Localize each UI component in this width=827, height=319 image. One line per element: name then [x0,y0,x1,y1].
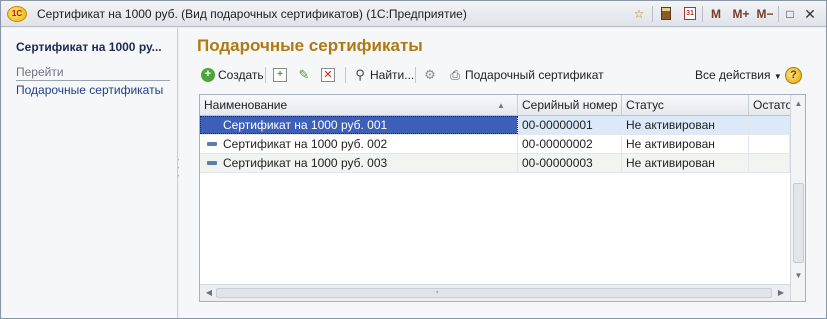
app-window: 1С Сертификат на 1000 руб. (Вид подарочн… [0,0,827,319]
window-title: Сертификат на 1000 руб. (Вид подарочных … [37,7,467,21]
delete-mark-icon: ✕ [321,68,335,82]
table-row[interactable]: Сертификат на 1000 руб. 003 00-00000003 … [200,154,790,173]
title-separator [702,6,703,22]
calculator-icon[interactable] [659,5,673,23]
title-separator [778,6,779,22]
table-row[interactable]: Сертификат на 1000 руб. 002 00-00000002 … [200,135,790,154]
pencil-icon: ✎ [298,67,310,82]
page-title: Подарочные сертификаты [197,36,423,55]
sidebar-section-goto: Перейти [16,65,64,79]
toolbar: + Создать + ✎ ✕ ⚲ Найти... ⚙ ⎙ Подарочны… [199,65,809,85]
certificates-table: Наименование ▲ Серийный номер Статус Ост… [199,94,806,302]
cell-rest [749,116,790,134]
main-area: Подарочные сертификаты + Создать + ✎ ✕ ⚲… [179,28,826,318]
horizontal-scrollbar[interactable]: ◀ ▪ ▶ [200,284,790,301]
sidebar-item-gift-certificates[interactable]: Подарочные сертификаты [16,83,163,97]
navigation-panel: Сертификат на 1000 ру... Перейти Подароч… [2,28,178,318]
cell-rest [749,135,790,153]
cell-status: Не активирован [622,154,749,172]
link-button[interactable]: ⚙ [423,65,437,85]
sort-ascending-icon: ▲ [497,101,505,110]
chevron-down-icon: ▼ [773,72,782,81]
column-header-rest[interactable]: Остаток [749,95,790,116]
memory-minus-button[interactable]: M− [755,5,775,23]
horizontal-scroll-thumb[interactable] [216,288,772,298]
cell-name: Сертификат на 1000 руб. 001 [200,116,518,134]
cell-serial: 00-00000001 [518,116,622,134]
printer-icon: ⎙ [450,68,460,82]
scroll-grip-icon: ▪ [436,289,439,296]
find-button[interactable]: ⚲ Найти... [353,65,414,85]
title-separator [652,6,653,22]
table-row[interactable]: Сертификат на 1000 руб. 001 00-00000001 … [200,116,790,135]
all-actions-menu[interactable]: Все действия ▼ [695,65,782,85]
cell-serial: 00-00000003 [518,154,622,172]
vertical-scrollbar[interactable]: ▲ ▼ [790,95,805,301]
close-icon[interactable]: ✕ [803,5,817,23]
sidebar-divider [16,80,170,81]
create-button-label: Создать [218,68,264,82]
star-icon[interactable]: ☆ [632,5,646,23]
toolbar-separator [265,67,266,83]
scroll-down-icon[interactable]: ▼ [791,269,805,283]
calendar-icon[interactable]: 31 [683,5,697,23]
cell-status: Не активирован [622,135,749,153]
vertical-scroll-thumb[interactable] [793,183,804,263]
cell-name: Сертификат на 1000 руб. 002 [200,135,518,153]
title-bar: 1С Сертификат на 1000 руб. (Вид подарочн… [1,1,826,27]
all-actions-label: Все действия [695,68,771,82]
print-gift-certificate-label: Подарочный сертификат [465,68,604,82]
copy-add-icon: + [273,68,287,82]
help-icon[interactable]: ? [785,67,802,84]
search-icon: ⚲ [355,67,365,82]
calendar-day: 31 [684,7,696,20]
cell-name: Сертификат на 1000 руб. 003 [200,154,518,172]
sidebar-title: Сертификат на 1000 ру... [16,40,162,54]
column-header-serial[interactable]: Серийный номер [518,95,622,116]
print-gift-certificate-button[interactable]: ⎙ Подарочный сертификат [448,65,604,85]
plus-circle-icon: + [201,68,215,82]
delete-button[interactable]: ✕ [321,65,335,85]
restore-icon[interactable]: □ [783,5,797,23]
create-button[interactable]: + Создать [201,65,264,85]
column-header-status[interactable]: Статус [622,95,749,116]
toolbar-separator [345,67,346,83]
cell-serial: 00-00000002 [518,135,622,153]
scroll-up-icon[interactable]: ▲ [791,97,805,111]
app-logo: 1С [7,6,27,22]
copy-button[interactable]: + [273,65,287,85]
cell-rest [749,154,790,172]
scroll-left-icon[interactable]: ◀ [202,285,216,301]
memory-plus-button[interactable]: M+ [730,5,752,23]
edit-button[interactable]: ✎ [297,65,311,85]
toolbar-separator [415,67,416,83]
scroll-right-icon[interactable]: ▶ [774,285,788,301]
table-header: Наименование ▲ Серийный номер Статус Ост… [200,95,790,116]
memory-m-button[interactable]: M [709,5,723,23]
cell-status: Не активирован [622,116,749,134]
find-button-label: Найти... [370,68,415,82]
plug-icon: ⚙ [424,67,436,82]
column-header-name[interactable]: Наименование [200,95,518,116]
